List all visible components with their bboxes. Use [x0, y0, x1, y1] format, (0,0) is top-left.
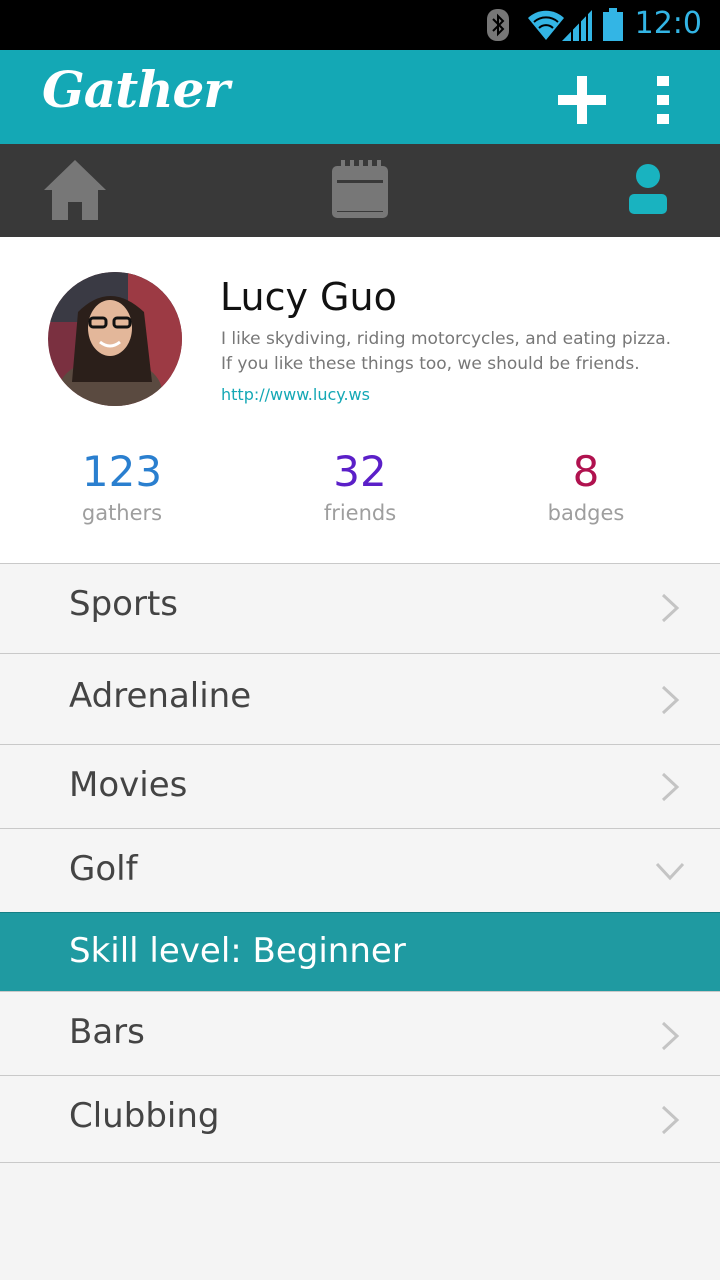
stat-value: 32 [333, 447, 387, 496]
skill-level-label: Skill level: Beginner [69, 931, 406, 971]
list-item-sports[interactable]: Sports [0, 563, 720, 654]
list-item-golf[interactable]: Golf [0, 828, 720, 913]
signal-icon [562, 10, 592, 41]
app-bar: Gather [0, 50, 720, 144]
status-time: 12:0 [634, 6, 702, 41]
list-item-movies[interactable]: Movies [0, 744, 720, 829]
chevron-right-icon [661, 1021, 680, 1051]
list-item-bars[interactable]: Bars [0, 991, 720, 1076]
profile-bio: I like skydiving, riding motorcycles, an… [221, 329, 672, 374]
list-item-clubbing[interactable]: Clubbing [0, 1075, 720, 1163]
status-bar: 12:0 [0, 0, 720, 50]
chevron-down-icon [655, 862, 685, 881]
stat-label: friends [323, 501, 397, 525]
stat-value: 123 [81, 447, 163, 496]
calendar-icon[interactable] [327, 158, 393, 224]
list-item-label: Bars [69, 1012, 145, 1052]
stat-gathers[interactable]: 123 gathers [22, 447, 222, 525]
stat-label: badges [547, 501, 625, 525]
list-item-label: Adrenaline [69, 676, 252, 716]
chevron-right-icon [661, 685, 680, 715]
list-item-label: Movies [69, 765, 188, 805]
chevron-right-icon [661, 593, 680, 623]
overflow-menu-icon[interactable] [650, 74, 676, 126]
chevron-right-icon [661, 772, 680, 802]
profile-website-link[interactable]: http://www.lucy.ws [221, 385, 370, 404]
stat-label: gathers [81, 501, 163, 525]
bluetooth-icon [487, 9, 509, 41]
golf-skill-level[interactable]: Skill level: Beginner [0, 912, 720, 992]
profile-card: Lucy Guo I like skydiving, riding motorc… [0, 237, 720, 563]
app-title: Gather [42, 60, 230, 119]
battery-icon [603, 8, 623, 41]
list-item-adrenaline[interactable]: Adrenaline [0, 653, 720, 745]
profile-icon[interactable] [615, 158, 681, 224]
profile-name: Lucy Guo [220, 275, 397, 319]
add-icon[interactable] [556, 74, 608, 126]
tab-bar [0, 144, 720, 237]
stat-badges[interactable]: 8 badges [486, 447, 686, 525]
list-item-label: Clubbing [69, 1096, 220, 1136]
avatar[interactable] [48, 272, 182, 406]
list-item-label: Sports [69, 584, 178, 624]
list-item-label: Golf [69, 849, 138, 889]
chevron-right-icon [661, 1105, 680, 1135]
home-icon[interactable] [42, 158, 108, 224]
stat-value: 8 [572, 447, 600, 496]
stat-friends[interactable]: 32 friends [260, 447, 460, 525]
